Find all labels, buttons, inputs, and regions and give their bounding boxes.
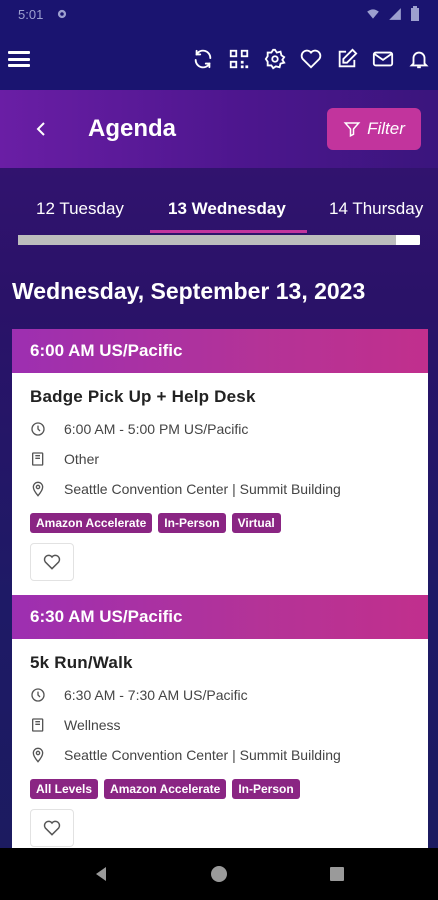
qr-code-icon[interactable] bbox=[228, 48, 250, 70]
book-icon bbox=[31, 718, 44, 732]
home-circle-icon[interactable] bbox=[210, 865, 228, 883]
favorite-button[interactable] bbox=[30, 809, 74, 847]
tag-chip: Amazon Accelerate bbox=[30, 513, 153, 533]
session-category: Wellness bbox=[64, 717, 121, 733]
wifi-icon bbox=[367, 9, 379, 19]
battery-icon bbox=[411, 6, 419, 21]
tag-chip: All Levels bbox=[30, 779, 99, 799]
gear-icon[interactable] bbox=[264, 48, 286, 70]
location-pin-icon bbox=[32, 747, 44, 763]
filter-icon bbox=[343, 122, 361, 137]
session-tags: Amazon Accelerate In-Person Virtual bbox=[30, 513, 410, 533]
edit-icon[interactable] bbox=[336, 48, 358, 70]
clock-icon bbox=[31, 688, 45, 702]
tag-chip: Virtual bbox=[231, 513, 281, 533]
signal-icon bbox=[389, 8, 401, 20]
tag-chip: In-Person bbox=[158, 513, 226, 533]
heart-icon[interactable] bbox=[300, 48, 322, 70]
session-title: 5k Run/Walk bbox=[30, 653, 133, 672]
refresh-icon[interactable] bbox=[192, 48, 214, 70]
tabs-scrollbar[interactable] bbox=[18, 235, 420, 245]
clock-icon bbox=[31, 422, 45, 436]
page-header: Agenda Filter bbox=[0, 90, 438, 168]
session-card[interactable]: Badge Pick Up + Help Desk 6:00 AM - 5:00… bbox=[12, 373, 428, 597]
session-tags: All Levels Amazon Accelerate In-Person bbox=[30, 779, 410, 799]
session-time-header: 6:30 AM US/Pacific bbox=[12, 595, 428, 639]
tabs-scrollbar-fill bbox=[18, 235, 396, 245]
favorite-button[interactable] bbox=[30, 543, 74, 581]
tag-chip: Amazon Accelerate bbox=[104, 779, 227, 799]
tab-14-thursday[interactable]: 14 Thursday bbox=[329, 190, 423, 228]
back-icon[interactable] bbox=[30, 118, 52, 140]
system-nav-bar bbox=[0, 848, 438, 900]
location-pin-icon bbox=[32, 481, 44, 497]
back-triangle-icon[interactable] bbox=[92, 865, 110, 883]
date-heading: Wednesday, September 13, 2023 bbox=[12, 278, 366, 304]
status-time: 5:01 bbox=[18, 6, 44, 22]
filter-button[interactable]: Filter bbox=[327, 108, 421, 150]
tab-12-tuesday[interactable]: 12 Tuesday bbox=[36, 190, 124, 228]
tab-13-wednesday[interactable]: 13 Wednesday bbox=[168, 190, 286, 228]
session-card[interactable]: 5k Run/Walk 6:30 AM - 7:30 AM US/Pacific… bbox=[12, 639, 428, 848]
mail-icon[interactable] bbox=[372, 48, 394, 70]
page-title: Agenda bbox=[88, 115, 177, 142]
session-category: Other bbox=[64, 451, 100, 467]
session-location: Seattle Convention Center | Summit Build… bbox=[64, 481, 341, 497]
book-icon bbox=[31, 452, 44, 466]
bell-icon[interactable] bbox=[408, 48, 430, 70]
session-time: 6:30 AM - 7:30 AM US/Pacific bbox=[64, 687, 248, 703]
session-time-header: 6:00 AM US/Pacific bbox=[12, 329, 428, 373]
heart-outline-icon bbox=[43, 554, 61, 570]
agenda-screen: 5:01 Agenda Filter 12 Tuesday 13 Wednesd… bbox=[0, 0, 438, 900]
heart-outline-icon bbox=[43, 820, 61, 836]
recents-square-icon[interactable] bbox=[328, 865, 346, 883]
tab-selected-underline bbox=[150, 230, 307, 233]
top-toolbar bbox=[0, 28, 438, 90]
session-title: Badge Pick Up + Help Desk bbox=[30, 387, 256, 406]
tag-chip: In-Person bbox=[232, 779, 300, 799]
session-time: 6:00 AM - 5:00 PM US/Pacific bbox=[64, 421, 249, 437]
session-location: Seattle Convention Center | Summit Build… bbox=[64, 747, 341, 763]
settings-icon bbox=[58, 9, 67, 19]
status-bar: 5:01 bbox=[0, 0, 438, 28]
filter-label: Filter bbox=[367, 119, 405, 138]
menu-icon[interactable] bbox=[8, 48, 30, 70]
